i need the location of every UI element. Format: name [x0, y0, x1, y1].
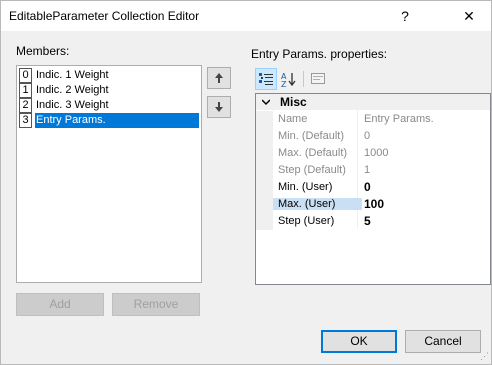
svg-text:Z: Z — [281, 80, 287, 87]
item-label: Indic. 2 Weight — [36, 84, 109, 96]
arrow-up-icon — [215, 73, 223, 83]
title-bar: EditableParameter Collection Editor ? ✕ — [1, 1, 491, 31]
property-row[interactable]: Step (Default) 1 — [256, 162, 490, 179]
property-row[interactable]: Step (User) 5 — [256, 213, 490, 230]
property-grid-toolbar: A Z — [253, 68, 489, 92]
property-row[interactable]: Name Entry Params. — [256, 111, 490, 128]
row-gutter — [256, 196, 273, 213]
close-button[interactable]: ✕ — [447, 4, 491, 28]
remove-button[interactable]: Remove — [112, 293, 200, 316]
property-name: Max. (Default) — [278, 147, 348, 159]
property-value-input[interactable]: 0 — [364, 180, 371, 194]
list-item[interactable]: 0 Indic. 1 Weight — [19, 68, 199, 83]
category-name: Misc — [280, 95, 307, 109]
property-row[interactable]: Max. (Default) 1000 — [256, 145, 490, 162]
cancel-button[interactable]: Cancel — [405, 330, 481, 353]
window-title: EditableParameter Collection Editor — [9, 9, 200, 23]
arrow-down-icon — [215, 102, 223, 112]
row-gutter — [256, 128, 273, 145]
row-gutter — [256, 179, 273, 196]
list-item[interactable]: 2 Indic. 3 Weight — [19, 98, 199, 113]
row-gutter — [256, 162, 273, 179]
property-pages-button[interactable] — [307, 68, 329, 90]
property-name: Min. (Default) — [278, 130, 345, 142]
row-gutter — [256, 213, 273, 230]
list-item[interactable]: 1 Indic. 2 Weight — [19, 83, 199, 98]
members-list[interactable]: 0 Indic. 1 Weight 1 Indic. 2 Weight 2 In… — [16, 65, 202, 283]
property-value-input[interactable]: 100 — [364, 197, 384, 211]
property-name: Step (User) — [278, 215, 335, 227]
collection-editor-window: EditableParameter Collection Editor ? ✕ … — [0, 0, 492, 365]
property-grid[interactable]: Misc Name Entry Params. Min. (Default) 0… — [255, 93, 491, 285]
collapse-chevron-icon[interactable] — [261, 95, 271, 109]
property-row[interactable]: Min. (Default) 0 — [256, 128, 490, 145]
category-header[interactable]: Misc — [256, 94, 490, 110]
property-row[interactable]: Min. (User) 0 — [256, 179, 490, 196]
property-value: 0 — [364, 130, 371, 142]
property-value-input[interactable]: 5 — [364, 214, 371, 228]
item-index: 1 — [19, 83, 32, 98]
properties-label: Entry Params. properties: — [251, 47, 388, 61]
item-label: Indic. 3 Weight — [36, 99, 109, 111]
add-button[interactable]: Add — [16, 293, 104, 316]
property-name: Max. (User) — [273, 198, 362, 210]
property-name: Name — [278, 113, 308, 125]
categorized-icon — [259, 73, 273, 85]
property-name: Step (Default) — [278, 164, 346, 176]
item-index: 0 — [19, 68, 32, 83]
alphabetical-button[interactable]: A Z — [278, 68, 300, 90]
categorized-button[interactable] — [255, 68, 277, 90]
move-up-button[interactable] — [207, 67, 231, 89]
row-gutter — [256, 145, 273, 162]
help-button[interactable]: ? — [383, 4, 427, 28]
property-value: 1000 — [364, 147, 389, 159]
list-item-selected[interactable]: 3 Entry Params. — [19, 113, 199, 128]
item-index: 2 — [19, 98, 32, 113]
members-label: Members: — [16, 44, 70, 58]
sort-alphabetical-icon: A Z — [281, 72, 296, 89]
item-label: Indic. 1 Weight — [36, 69, 109, 81]
property-name: Min. (User) — [278, 181, 333, 193]
ok-button[interactable]: OK — [321, 330, 397, 353]
item-label: Entry Params. — [35, 113, 199, 128]
row-gutter — [256, 111, 273, 128]
property-value: 1 — [364, 164, 371, 176]
move-down-button[interactable] — [207, 96, 231, 118]
property-pages-icon — [311, 73, 325, 84]
item-index: 3 — [19, 113, 32, 128]
property-value: Entry Params. — [364, 113, 434, 125]
toolbar-separator — [303, 71, 304, 87]
property-row-selected[interactable]: Max. (User) 100 — [256, 196, 490, 213]
resize-grip-icon[interactable]: ⋰ — [480, 351, 489, 362]
